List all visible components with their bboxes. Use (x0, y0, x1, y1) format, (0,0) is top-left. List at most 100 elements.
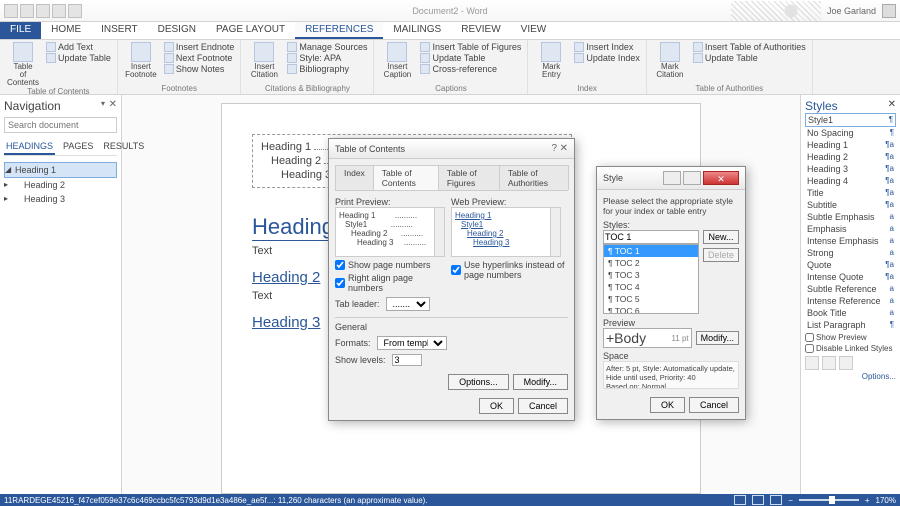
style-item[interactable]: List Paragraph¶ (805, 319, 896, 331)
style-item[interactable]: Heading 2¶a (805, 151, 896, 163)
tab-file[interactable]: FILE (0, 22, 41, 39)
style-item[interactable]: No Spacing¶ (805, 127, 896, 139)
levels-input[interactable] (392, 354, 422, 366)
show-page-numbers-checkbox[interactable] (335, 260, 345, 270)
style-item[interactable]: Quote¶a (805, 259, 896, 271)
style-inspector-icon[interactable] (822, 356, 836, 370)
zoom-slider[interactable] (799, 499, 859, 501)
user-name[interactable]: Joe Garland (827, 6, 876, 16)
search-input[interactable] (4, 117, 117, 133)
tab-mailings[interactable]: MAILINGS (383, 22, 451, 39)
new-style-icon[interactable] (805, 356, 819, 370)
undo-icon[interactable] (36, 4, 50, 18)
redo-icon[interactable] (52, 4, 66, 18)
tab-home[interactable]: HOME (41, 22, 91, 39)
style-apa-button[interactable]: Style: APA (285, 53, 369, 63)
tab-insert[interactable]: INSERT (91, 22, 148, 39)
nav-tab-results[interactable]: RESULTS (101, 139, 146, 155)
style-item[interactable]: Intense Emphasisa (805, 235, 896, 247)
zoom-in-icon[interactable]: + (865, 496, 870, 505)
scrollbar[interactable] (550, 208, 560, 256)
nav-item[interactable]: ◢Heading 1 (4, 162, 117, 178)
bibliography-button[interactable]: Bibliography (285, 64, 369, 74)
style-item[interactable]: Stronga (805, 247, 896, 259)
style-option[interactable]: ¶ TOC 1 (604, 245, 698, 257)
insert-endnote-button[interactable]: Insert Endnote (162, 42, 237, 52)
tab-view[interactable]: VIEW (511, 22, 557, 39)
maximize-icon[interactable] (683, 171, 701, 185)
toc-tab[interactable]: Table of Contents (373, 165, 439, 190)
style-item[interactable]: Style1¶ (805, 113, 896, 127)
options-link[interactable]: Options... (805, 372, 896, 381)
preview-link[interactable]: Heading 1 (455, 211, 557, 220)
manage-styles-icon[interactable] (839, 356, 853, 370)
style-item[interactable]: Intense Quote¶a (805, 271, 896, 283)
nav-item[interactable]: ▸Heading 2 (4, 178, 117, 192)
close-icon[interactable]: ✕ (109, 99, 117, 110)
mark-entry-button[interactable]: MarkEntry (532, 42, 570, 79)
insert-citation-button[interactable]: InsertCitation (245, 42, 283, 79)
right-align-checkbox[interactable] (335, 278, 345, 288)
cancel-button[interactable]: Cancel (689, 397, 739, 413)
insert-table-of-authorities-button[interactable]: Insert Table of Authorities (691, 42, 808, 52)
style-item[interactable]: Subtle Emphasisa (805, 211, 896, 223)
update-table-button[interactable]: Update Table (691, 53, 808, 63)
style-item[interactable]: Intense Referencea (805, 295, 896, 307)
style-option[interactable]: ¶ TOC 5 (604, 293, 698, 305)
zoom-out-icon[interactable]: − (788, 496, 793, 505)
delete-button[interactable]: Delete (703, 248, 739, 262)
insert-table-of-figures-button[interactable]: Insert Table of Figures (418, 42, 523, 52)
options-button[interactable]: Options... (448, 374, 509, 390)
style-item[interactable]: Title¶a (805, 187, 896, 199)
update-index-button[interactable]: Update Index (572, 53, 642, 63)
style-item[interactable]: Heading 3¶a (805, 163, 896, 175)
new-button[interactable]: New... (703, 230, 739, 244)
mark-citation-button[interactable]: MarkCitation (651, 42, 689, 79)
toc-tab[interactable]: Table of Authorities (499, 165, 569, 190)
table-of-contents-button[interactable]: Tableof Contents (4, 42, 42, 87)
insert-caption-button[interactable]: InsertCaption (378, 42, 416, 79)
close-icon[interactable]: ✕ (888, 99, 896, 110)
preview-link[interactable]: Style1 (455, 220, 557, 229)
style-option[interactable]: ¶ TOC 4 (604, 281, 698, 293)
save-icon[interactable] (20, 4, 34, 18)
style-list[interactable]: ¶ TOC 1¶ TOC 2¶ TOC 3¶ TOC 4¶ TOC 5¶ TOC… (603, 244, 699, 314)
customize-icon[interactable] (68, 4, 82, 18)
style-item[interactable]: Heading 1¶a (805, 139, 896, 151)
cancel-button[interactable]: Cancel (518, 398, 568, 414)
update-table-button[interactable]: Update Table (44, 53, 113, 63)
style-item[interactable]: Subtle Referencea (805, 283, 896, 295)
zoom-value[interactable]: 170% (876, 496, 896, 505)
toc-tab[interactable]: Index (335, 165, 374, 190)
tab-review[interactable]: REVIEW (451, 22, 510, 39)
tab-references[interactable]: REFERENCES (295, 22, 383, 39)
manage-sources-button[interactable]: Manage Sources (285, 42, 369, 52)
next-footnote-button[interactable]: Next Footnote (162, 53, 237, 63)
style-option[interactable]: ¶ TOC 2 (604, 257, 698, 269)
ok-button[interactable]: OK (650, 397, 685, 413)
disable-linked-checkbox[interactable] (805, 344, 814, 353)
modify-button[interactable]: Modify... (513, 374, 568, 390)
nav-tab-pages[interactable]: PAGES (61, 139, 95, 155)
minimize-icon[interactable] (663, 171, 681, 185)
add-text-button[interactable]: Add Text (44, 42, 113, 52)
tab-design[interactable]: DESIGN (148, 22, 206, 39)
close-icon[interactable]: ✕ (560, 143, 568, 154)
style-item[interactable]: Subtitle¶a (805, 199, 896, 211)
nav-tab-headings[interactable]: HEADINGS (4, 139, 55, 155)
pin-icon[interactable]: ▾ (101, 99, 105, 108)
style-option[interactable]: ¶ TOC 6 (604, 305, 698, 314)
web-layout-icon[interactable] (770, 495, 782, 505)
toc-tab[interactable]: Table of Figures (438, 165, 500, 190)
style-option[interactable]: ¶ TOC 3 (604, 269, 698, 281)
help-icon[interactable]: ? (552, 143, 558, 154)
insert-footnote-button[interactable]: InsertFootnote (122, 42, 160, 79)
show-notes-button[interactable]: Show Notes (162, 64, 237, 74)
avatar[interactable] (882, 4, 896, 18)
style-item[interactable]: Book Titlea (805, 307, 896, 319)
close-icon[interactable]: ✕ (703, 171, 739, 185)
modify-button[interactable]: Modify... (696, 331, 739, 345)
style-item[interactable]: Emphasisa (805, 223, 896, 235)
scrollbar[interactable] (434, 208, 444, 256)
ok-button[interactable]: OK (479, 398, 514, 414)
